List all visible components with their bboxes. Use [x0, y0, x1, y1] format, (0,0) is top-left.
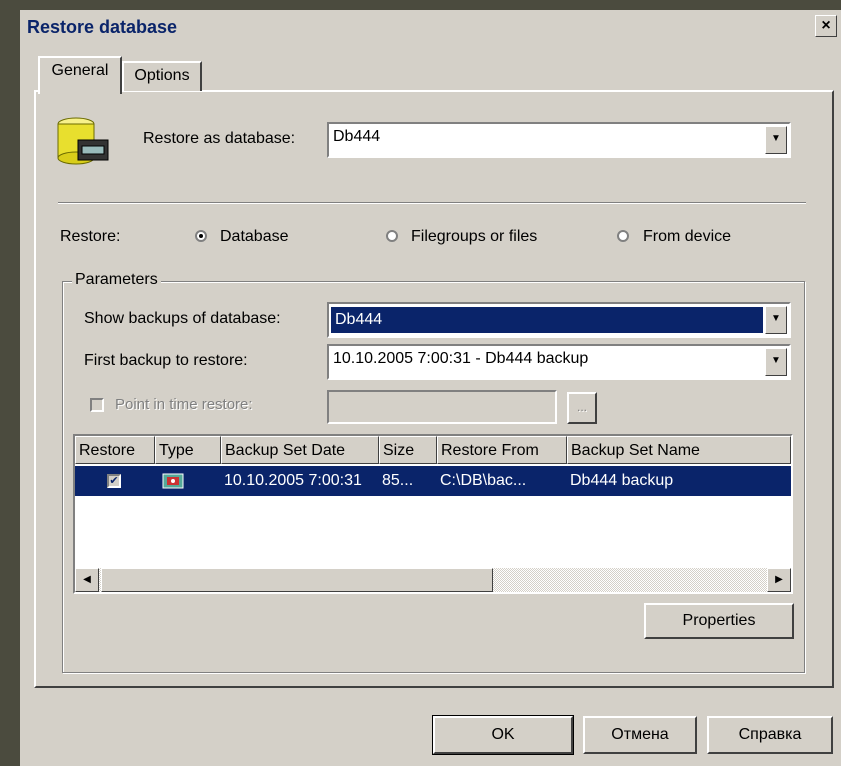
row-restore-cell[interactable]: ✔	[75, 466, 221, 496]
column-header-size[interactable]: Size	[379, 436, 437, 464]
column-header-restore[interactable]: Restore	[75, 436, 155, 464]
close-button[interactable]: ×	[815, 15, 837, 37]
point-in-time-checkbox[interactable]	[90, 398, 104, 412]
scroll-thumb[interactable]	[101, 568, 493, 592]
restore-checkbox[interactable]: ✔	[107, 474, 121, 488]
tab-general[interactable]: General	[38, 56, 122, 94]
restore-as-label: Restore as database:	[143, 130, 296, 147]
show-backups-value: Db444	[331, 307, 763, 333]
separator	[58, 202, 806, 204]
ok-button[interactable]: OK	[432, 715, 574, 755]
row-date-cell: 10.10.2005 7:00:31	[221, 466, 379, 496]
column-header-restore-from[interactable]: Restore From	[437, 436, 567, 464]
chevron-down-icon[interactable]: ▼	[765, 126, 787, 154]
restore-as-combo[interactable]: Db444 ▼	[327, 122, 791, 158]
radio-filegroups[interactable]	[386, 230, 398, 242]
column-header-backup-set-date[interactable]: Backup Set Date	[221, 436, 379, 464]
scroll-right-icon[interactable]: ▶	[767, 568, 791, 592]
properties-button[interactable]: Properties	[644, 603, 794, 639]
row-name-cell: Db444 backup	[567, 466, 791, 496]
radio-database-label[interactable]: Database	[220, 228, 289, 246]
restore-as-value: Db444	[333, 128, 381, 145]
chevron-down-icon[interactable]: ▼	[765, 306, 787, 334]
restore-label: Restore:	[60, 228, 121, 245]
show-backups-combo[interactable]: Db444 ▼	[327, 302, 791, 338]
scroll-left-icon[interactable]: ◀	[75, 568, 99, 592]
radio-from-device[interactable]	[617, 230, 629, 242]
tab-options[interactable]: Options	[122, 61, 202, 91]
window-title: Restore database	[27, 17, 178, 37]
column-header-type[interactable]: Type	[155, 436, 221, 464]
first-backup-label: First backup to restore:	[84, 352, 248, 369]
backup-type-icon	[161, 470, 185, 492]
first-backup-value: 10.10.2005 7:00:31 - Db444 backup	[333, 350, 589, 367]
radio-from-device-label[interactable]: From device	[643, 228, 731, 246]
radio-filegroups-label[interactable]: Filegroups or files	[411, 228, 537, 246]
horizontal-scrollbar[interactable]: ◀ ▶	[75, 568, 791, 592]
point-in-time-browse-button: ...	[567, 392, 597, 424]
database-icon	[56, 116, 112, 166]
backup-sets-grid[interactable]: Restore Type Backup Set Date Size Restor…	[73, 434, 793, 594]
parameters-legend: Parameters	[72, 271, 161, 289]
point-in-time-label: Point in time restore:	[115, 396, 253, 413]
first-backup-combo[interactable]: 10.10.2005 7:00:31 - Db444 backup ▼	[327, 344, 791, 380]
row-from-cell: C:\DB\bac...	[437, 466, 567, 496]
point-in-time-field	[327, 390, 557, 424]
row-size-cell: 85...	[379, 466, 437, 496]
show-backups-label: Show backups of database:	[84, 310, 281, 327]
cancel-button[interactable]: Отмена	[583, 716, 697, 754]
radio-database[interactable]	[195, 230, 207, 242]
chevron-down-icon[interactable]: ▼	[765, 348, 787, 376]
help-button[interactable]: Справка	[707, 716, 833, 754]
column-header-backup-set-name[interactable]: Backup Set Name	[567, 436, 791, 464]
